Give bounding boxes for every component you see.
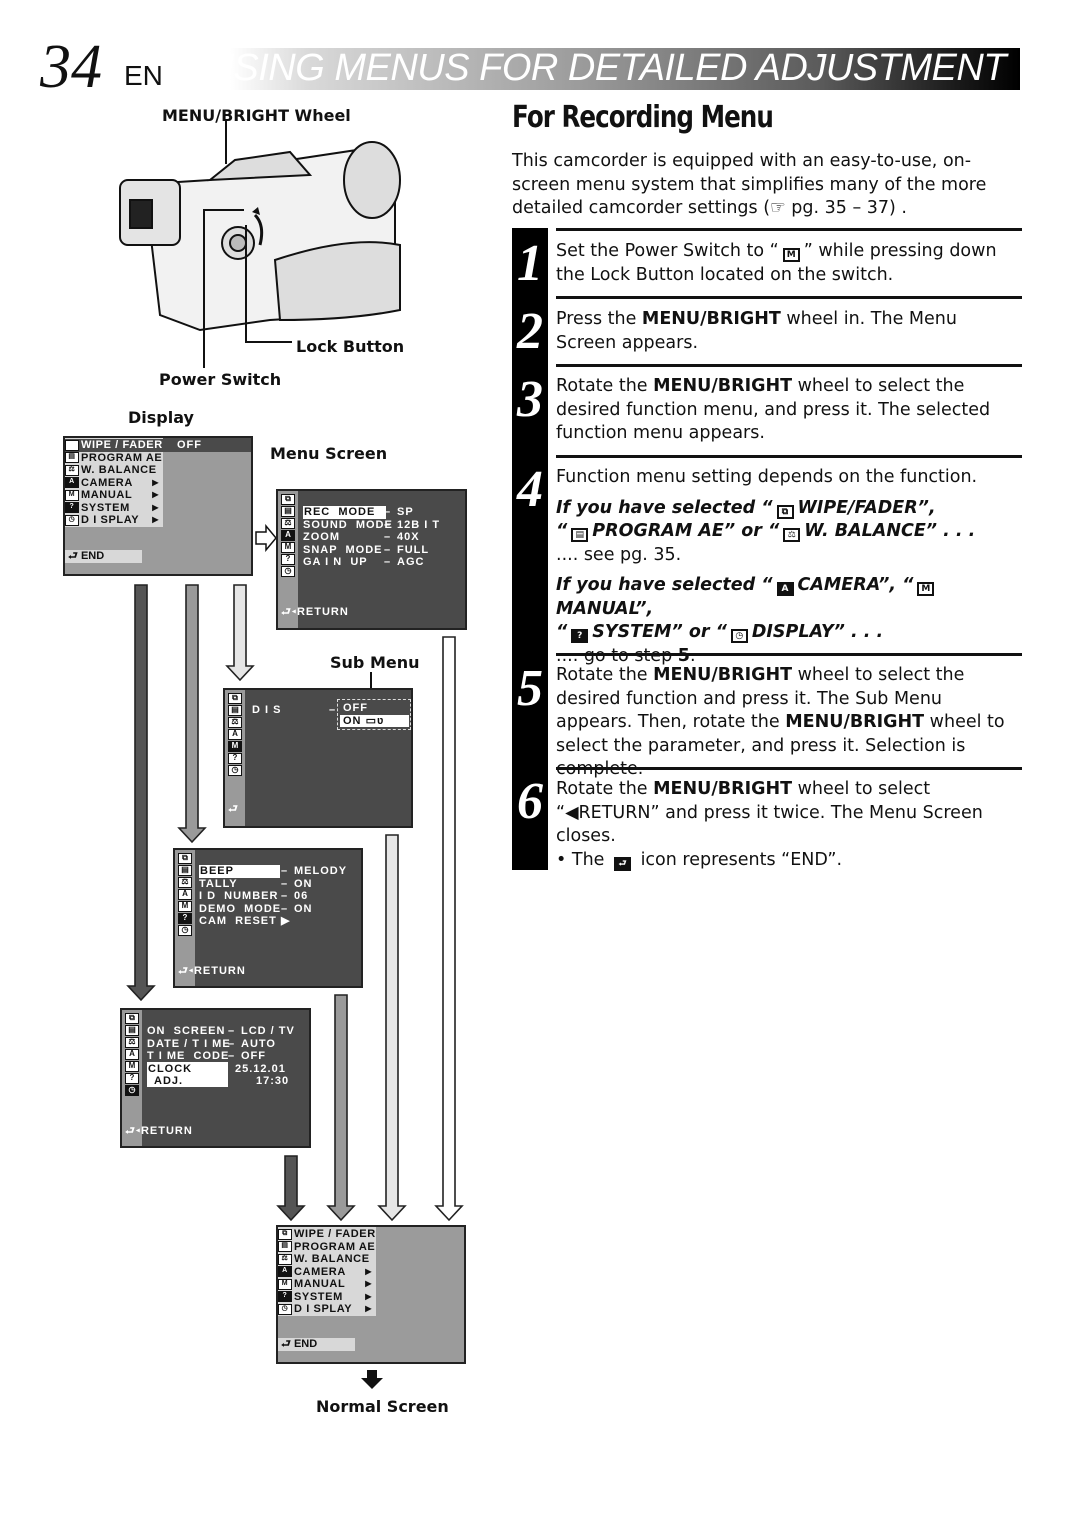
submenu-arrow-icon: ▶ <box>365 1279 372 1288</box>
normal-screen-label: Normal Screen <box>316 1397 449 1416</box>
menu-item-label: PROGRAM AE <box>294 1240 376 1253</box>
step-4-lead: Function menu setting depends on the fun… <box>556 467 978 487</box>
normal-menu-screen: ⧉ WIPE / FADER ▤ PROGRAM AE ⚖ W. BALANCE A CAME… <box>276 1225 466 1364</box>
white-balance-icon: ⚖ <box>278 1253 292 1265</box>
step-number-5: 5 <box>517 660 543 717</box>
program-ae-icon: ▤ <box>278 1241 292 1253</box>
step-4-case-1: If you have selected “⧉ WIPE/FADER”, “▤ PR… <box>556 497 976 565</box>
arrow-display-to-normal <box>276 1155 306 1222</box>
normal-menu-list: ⧉ WIPE / FADER ▤ PROGRAM AE ⚖ W. BALANCE A CAME… <box>278 1227 376 1316</box>
arrow-system-to-normal <box>326 994 356 1222</box>
step-number-2: 2 <box>517 303 543 360</box>
end-icon: ⮐ <box>614 856 631 871</box>
menu-item[interactable]: A CAMERA ▶ <box>278 1266 376 1279</box>
end-icon: ⮐ <box>281 1338 291 1350</box>
menu-item-label: D I SPLAY <box>294 1303 353 1315</box>
manual-icon: M <box>278 1278 292 1290</box>
wipe-fader-icon: ⧉ <box>278 1228 292 1240</box>
manual-icon: M <box>917 582 935 596</box>
submenu-arrow-icon: ▶ <box>365 1291 372 1301</box>
intro-paragraph: This camcorder is equipped with an easy-… <box>512 151 987 218</box>
menu-item[interactable]: M MANUAL ▶ <box>278 1278 376 1291</box>
menu-item[interactable]: ◷ D I SPLAY ▶ <box>278 1303 376 1316</box>
menu-item[interactable]: ⚖ W. BALANCE <box>278 1253 376 1266</box>
step-2-text: Press the MENU/BRIGHT wheel in. The Menu… <box>556 309 957 353</box>
wipe-fader-icon: ⧉ <box>776 504 794 519</box>
step-number-4: 4 <box>517 461 543 518</box>
see-page-ref: .... see pg. 35. <box>556 544 682 565</box>
arrow-manual-to-normal <box>377 834 407 1222</box>
white-balance-icon: ⚖ <box>783 528 801 542</box>
program-ae-icon: ▤ <box>571 528 589 542</box>
rule <box>556 228 1022 231</box>
flow-arrows <box>126 584 464 1222</box>
system-icon: ? <box>278 1291 292 1303</box>
menu-item-label: W. BALANCE <box>294 1253 370 1265</box>
arrow-camera-to-normal <box>434 636 464 1222</box>
step-3-text: Rotate the MENU/BRIGHT wheel to select t… <box>556 376 991 443</box>
menu-item-label: MANUAL <box>294 1278 346 1290</box>
display-icon: ◷ <box>730 629 748 643</box>
rule <box>556 455 1022 458</box>
menu-item[interactable]: ▤ PROGRAM AE <box>278 1241 376 1254</box>
step-1-text: Set the Power Switch to “M” while pressi… <box>556 241 997 285</box>
arrow-to-display-menu <box>126 584 156 1002</box>
manual-mode-icon: M <box>782 248 800 262</box>
end-label: END <box>293 1338 318 1350</box>
normal-menu-end[interactable]: ⮐ END <box>278 1338 355 1351</box>
menu-item-label: SYSTEM <box>294 1290 343 1303</box>
arrow-to-system-menu <box>177 584 207 844</box>
step-6-text: Rotate the MENU/BRIGHT wheel to select “… <box>556 779 983 871</box>
rule <box>556 767 1022 770</box>
camera-icon: A <box>278 1266 292 1278</box>
instructions-title: For Recording Menu <box>512 100 774 135</box>
menu-item[interactable]: ? SYSTEM ▶ <box>278 1291 376 1304</box>
rule <box>556 653 1022 656</box>
step-number-3: 3 <box>517 371 543 428</box>
submenu-arrow-icon: ▶ <box>365 1266 372 1276</box>
menu-item-label: CAMERA <box>294 1265 346 1278</box>
rule <box>556 296 1022 299</box>
step-4-text: Function menu setting depends on the fun… <box>556 466 1022 668</box>
rule <box>556 364 1022 367</box>
normal-screen-arrow <box>361 1370 383 1389</box>
display-icon: ◷ <box>278 1303 292 1315</box>
step-number-6: 6 <box>517 773 543 830</box>
submenu-arrow-icon: ▶ <box>365 1304 372 1313</box>
arrow-to-manual-menu <box>225 584 255 682</box>
step-number-1: 1 <box>517 235 543 292</box>
system-icon: ? <box>571 629 589 643</box>
step-5-text: Rotate the MENU/BRIGHT wheel to select t… <box>556 665 1005 779</box>
camera-icon: A <box>776 582 794 596</box>
